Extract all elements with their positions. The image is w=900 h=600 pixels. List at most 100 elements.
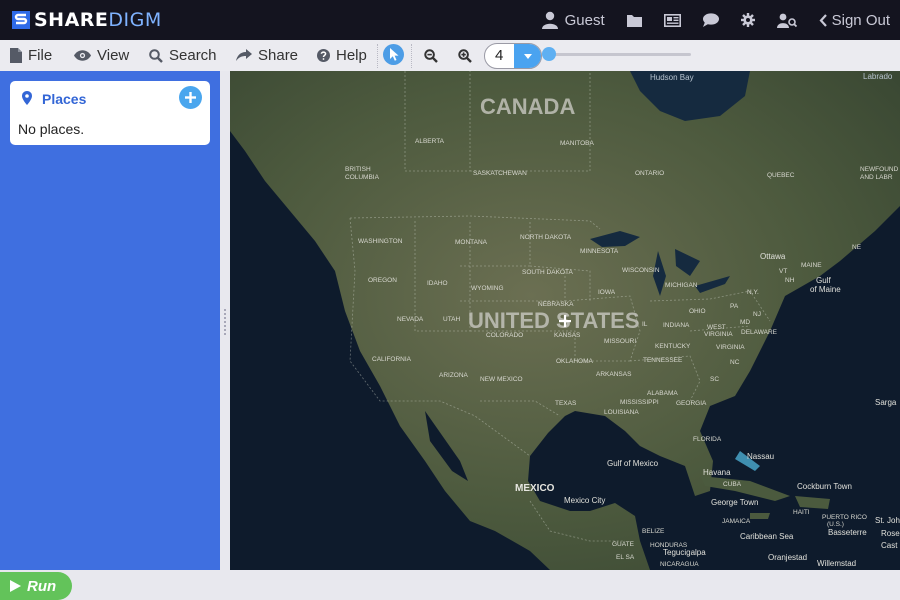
map-label-layer: CANADA UNITED STATES MEXICO Hudson Bay L… (345, 72, 900, 568)
label-west-virginia-2: VIRGINIA (704, 331, 733, 338)
share-icon (236, 49, 252, 61)
newspaper-icon[interactable] (663, 13, 681, 27)
zoom-dropdown-button[interactable] (514, 44, 541, 68)
label-saskatchewan: SASKATCHEWAN (473, 170, 527, 177)
label-louisiana: LOUISIANA (604, 409, 639, 416)
plus-icon (185, 92, 196, 103)
label-kentucky: KENTUCKY (655, 343, 691, 350)
logo-mark-icon (12, 11, 30, 29)
bottom-bar (0, 570, 900, 600)
label-new-mexico: NEW MEXICO (480, 376, 523, 383)
search-menu[interactable]: Search (149, 40, 217, 71)
label-quebec: QUEBEC (767, 172, 795, 179)
logo[interactable]: SHAREDIGM (12, 8, 162, 32)
logo-digm: DIGM (108, 9, 162, 31)
gear-icon[interactable] (740, 13, 755, 27)
share-menu[interactable]: Share (236, 40, 298, 71)
label-delaware: DELAWARE (741, 329, 778, 336)
label-texas: TEXAS (555, 400, 577, 407)
view-label: View (97, 47, 130, 64)
add-place-button[interactable] (179, 86, 202, 109)
label-gulf-of-maine-1: Gulf (816, 276, 831, 285)
label-virginia: VIRGINIA (716, 344, 745, 351)
pointer-tool-button[interactable] (383, 44, 404, 65)
zoom-level-select[interactable]: 4 (484, 43, 542, 69)
label-colorado: COLORADO (486, 332, 523, 339)
search-icon (149, 48, 163, 63)
label-british-columbia-2: COLUMBIA (345, 174, 380, 181)
help-label: Help (336, 47, 367, 64)
help-menu[interactable]: Help (317, 40, 367, 71)
label-canada: CANADA (480, 94, 575, 119)
folder-icon[interactable] (626, 14, 642, 27)
label-illinois: IL (642, 321, 648, 328)
label-willemstad: Willemstad (817, 559, 856, 568)
label-indiana: INDIANA (663, 322, 690, 329)
label-maine: MAINE (801, 262, 822, 269)
label-gulf-of-maine-2: of Maine (810, 285, 841, 294)
label-nc: NC (730, 359, 740, 366)
caret-down-icon (523, 53, 532, 59)
label-nebraska: NEBRASKA (538, 301, 574, 308)
label-missouri: MISSOURI (604, 338, 636, 345)
label-jamaica: JAMAICA (722, 518, 751, 525)
label-puerto-rico: PUERTO RICO (822, 514, 867, 521)
label-cockburn-town: Cockburn Town (797, 482, 852, 491)
sign-out-button[interactable]: Sign Out (819, 12, 890, 29)
zoom-out-button[interactable] (424, 40, 438, 71)
label-george-town: George Town (711, 498, 758, 507)
label-pennsylvania: PA (730, 303, 739, 310)
chat-icon[interactable] (702, 13, 719, 27)
label-md: MD (740, 319, 750, 326)
label-north-dakota: NORTH DAKOTA (520, 234, 572, 241)
label-arkansas: ARKANSAS (596, 371, 632, 378)
label-wisconsin: WISCONSIN (622, 267, 660, 274)
label-newfoundland-1: NEWFOUND (860, 166, 899, 173)
zoom-slider-thumb[interactable] (542, 47, 556, 61)
user-search-icon[interactable] (776, 13, 797, 28)
top-bar: SHAREDIGM Guest Sign Out (0, 0, 900, 40)
label-cuba: CUBA (723, 481, 742, 488)
places-title: Places (42, 91, 87, 107)
label-ottawa: Ottawa (760, 252, 786, 261)
label-idaho: IDAHO (427, 280, 448, 287)
label-mexico: MEXICO (515, 483, 555, 494)
user-menu[interactable]: Guest (541, 11, 605, 29)
map-view[interactable]: CANADA UNITED STATES MEXICO Hudson Bay L… (230, 71, 900, 570)
label-utah: UTAH (443, 316, 461, 323)
label-newfoundland-2: AND LABR (860, 174, 893, 181)
label-wyoming: WYOMING (471, 285, 504, 292)
eye-icon (74, 50, 91, 61)
label-puerto-rico-us: (U.S.) (827, 521, 844, 528)
toolbar-divider (411, 44, 413, 68)
panel-splitter[interactable] (220, 71, 230, 570)
view-menu[interactable]: View (74, 40, 129, 71)
file-label: File (28, 47, 53, 64)
label-sargasso: Sarga (875, 398, 897, 407)
label-labrador: Labrado (863, 72, 893, 81)
label-west-virginia: WEST (707, 324, 726, 331)
label-guatemala: GUATE (612, 541, 635, 548)
label-ohio: OHIO (689, 308, 706, 315)
label-belize: BELIZE (642, 528, 665, 535)
label-castries: Cast (881, 541, 898, 550)
label-minnesota: MINNESOTA (580, 248, 619, 255)
label-nassau: Nassau (747, 452, 774, 461)
play-icon (10, 580, 21, 592)
label-georgia: GEORGIA (676, 400, 707, 407)
label-manitoba: MANITOBA (560, 140, 594, 147)
run-button[interactable]: Run (0, 572, 72, 600)
user-icon (541, 11, 558, 29)
zoom-in-icon (458, 48, 472, 63)
label-basseterre: Basseterre (828, 528, 867, 537)
label-florida: FLORIDA (693, 436, 722, 443)
label-vt: VT (779, 268, 787, 275)
file-menu[interactable]: File (10, 40, 52, 71)
chevron-left-icon (819, 13, 827, 27)
run-label: Run (27, 577, 57, 595)
zoom-in-button[interactable] (458, 40, 472, 71)
label-tennessee: TENNESSEE (643, 357, 683, 364)
label-california: CALIFORNIA (372, 356, 412, 363)
label-hudson-bay: Hudson Bay (650, 73, 694, 82)
zoom-slider-track[interactable] (548, 53, 691, 56)
